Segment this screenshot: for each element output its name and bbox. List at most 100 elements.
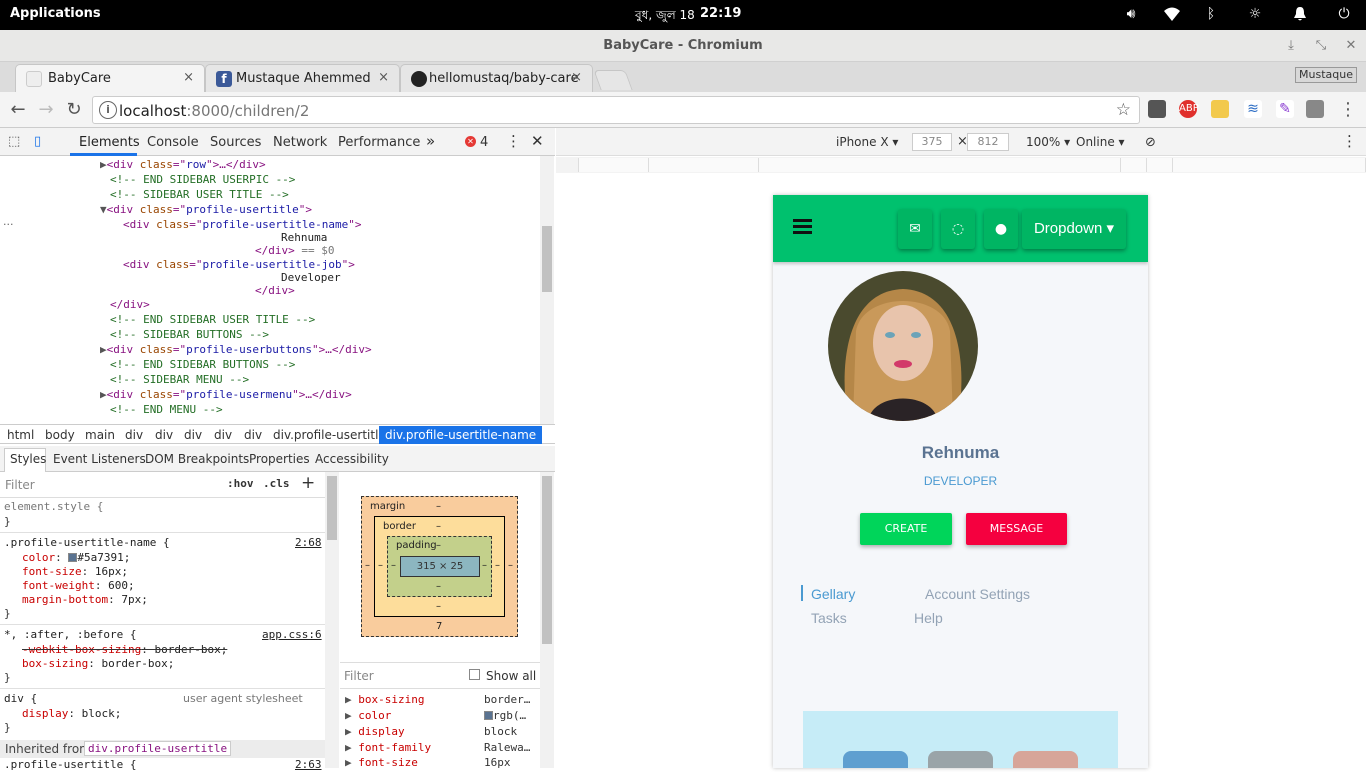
computed-scroll-thumb[interactable] <box>542 476 552 644</box>
margin-left-value[interactable]: – <box>365 560 370 571</box>
bookmark-star-icon[interactable]: ☆ <box>1116 100 1131 120</box>
subtab-dom-breakpoints[interactable]: DOM Breakpoints <box>145 452 249 466</box>
rule-selector[interactable]: .profile-usertitle { <box>4 758 136 772</box>
expand-arrow-icon[interactable]: ▶ <box>100 158 107 171</box>
zoom-select[interactable]: 100% ▾ <box>1026 135 1070 149</box>
expand-arrow-icon[interactable]: ▶ <box>100 388 107 401</box>
rule-selector[interactable]: *, :after, :before { <box>4 628 136 642</box>
tab-network[interactable]: Network <box>273 135 327 150</box>
style-prop-webkit-box-sizing[interactable]: -webkit-box-sizing: border-box; <box>22 643 227 657</box>
reload-icon[interactable]: ↻ <box>64 100 84 120</box>
collapse-arrow-icon[interactable]: ▼ <box>100 203 107 216</box>
crumb-profile-usertitle[interactable]: div.profile-usertitle <box>273 428 386 442</box>
border-right-value[interactable]: – <box>495 560 500 571</box>
devtools-close-icon[interactable]: ✕ <box>531 132 544 150</box>
device-select[interactable]: iPhone X ▾ <box>836 135 898 149</box>
box-content-size[interactable]: 315 × 25 <box>400 556 480 577</box>
padding-left-value[interactable]: – <box>391 560 396 571</box>
style-prop-font-size[interactable]: font-size: 16px; <box>22 565 128 579</box>
tab-elements[interactable]: Elements <box>79 135 140 150</box>
profile-chip[interactable]: Mustaque <box>1295 67 1357 83</box>
rule-source-link[interactable]: app.css:6 <box>262 628 322 642</box>
dom-node-line[interactable]: <!-- END SIDEBAR USERPIC --> <box>110 172 295 187</box>
more-tabs-icon[interactable]: » <box>426 132 435 150</box>
show-all-checkbox[interactable] <box>469 669 480 680</box>
style-prop-font-weight[interactable]: font-weight: 600; <box>22 579 135 593</box>
computed-row[interactable]: ▶ display <box>345 725 405 738</box>
message-button[interactable]: MESSAGE <box>966 513 1067 545</box>
styles-filter-input[interactable]: Filter <box>5 478 35 492</box>
menu-gallery[interactable]: Gellary <box>811 586 855 602</box>
tab-performance[interactable]: Performance <box>338 135 420 150</box>
expand-arrow-icon[interactable]: ▶ <box>100 343 107 356</box>
dom-scroll-thumb[interactable] <box>542 226 552 292</box>
mail-button[interactable]: ✉ <box>898 209 932 249</box>
system-clock[interactable]: 22:19 <box>700 6 741 21</box>
element-style-rule[interactable]: element.style { <box>4 500 103 514</box>
dom-node-line[interactable]: ▶<div class="row">…</div> <box>100 157 266 172</box>
padding-bottom-value[interactable]: – <box>436 581 441 592</box>
subtab-event-listeners[interactable]: Event Listeners <box>53 452 146 466</box>
dom-node-line[interactable]: ▶<div class="profile-usermenu">…</div> <box>100 387 352 402</box>
device-toggle-icon[interactable]: ▯ <box>34 134 41 149</box>
menu-account-settings[interactable]: Account Settings <box>925 586 1030 602</box>
margin-right-value[interactable]: – <box>508 560 513 571</box>
ruler-segment[interactable] <box>578 158 648 172</box>
style-prop-margin-bottom[interactable]: margin-bottom: 7px; <box>22 593 148 607</box>
rule-selector[interactable]: .profile-usertitle-name { <box>4 536 170 550</box>
border-bottom-value[interactable]: – <box>436 601 441 612</box>
system-date[interactable]: বুধ, জুল 18 <box>635 7 695 27</box>
crumb-body[interactable]: body <box>45 428 75 442</box>
menu-tasks[interactable]: Tasks <box>811 610 847 626</box>
tab-close-icon[interactable]: × <box>183 70 194 85</box>
style-prop-display[interactable]: display: block; <box>22 707 121 721</box>
new-rule-icon[interactable]: + <box>301 473 315 493</box>
restore-icon[interactable]: ⤡ <box>1313 38 1329 54</box>
margin-top-value[interactable]: – <box>436 501 441 512</box>
tab-babycare[interactable]: BabyCare × <box>15 64 205 92</box>
error-icon[interactable]: ✕ <box>465 136 476 147</box>
subtab-accessibility[interactable]: Accessibility <box>315 452 389 466</box>
ruler-segment[interactable] <box>1146 158 1172 172</box>
hamburger-icon[interactable] <box>793 219 812 222</box>
gallery-thumb[interactable] <box>928 751 993 768</box>
subtab-properties[interactable]: Properties <box>249 452 310 466</box>
adblock-icon[interactable]: ABP <box>1179 100 1199 118</box>
wappalyzer-icon[interactable]: ≋ <box>1244 100 1262 118</box>
tab-facebook[interactable]: f Mustaque Ahemmed × <box>205 64 400 92</box>
crumb-div[interactable]: div <box>125 428 143 442</box>
node-actions-icon[interactable]: ··· <box>3 218 14 231</box>
new-tab-button[interactable] <box>593 70 633 90</box>
ruler-segment[interactable] <box>1172 158 1366 172</box>
close-window-icon[interactable]: ✕ <box>1343 38 1359 54</box>
address-bar[interactable]: i localhost:8000/children/2 ☆ <box>92 96 1140 124</box>
brightness-icon[interactable]: ☼ <box>1246 6 1264 24</box>
gallery-thumb[interactable] <box>843 751 908 768</box>
notifications-icon[interactable] <box>1291 6 1309 24</box>
rotate-icon[interactable]: ⊘ <box>1145 135 1156 150</box>
crumb-div[interactable]: div <box>214 428 232 442</box>
computed-row[interactable]: ▶ color <box>345 709 391 722</box>
volume-icon[interactable]: 🔊︎ <box>1122 6 1140 24</box>
ruler-segment[interactable] <box>758 158 1168 172</box>
dom-node-line[interactable]: <!-- END SIDEBAR BUTTONS --> <box>110 357 295 372</box>
device-menu-icon[interactable]: ⋮ <box>1342 132 1357 150</box>
crumb-html[interactable]: html <box>7 428 34 442</box>
network-throttle-select[interactable]: Online ▾ <box>1076 135 1125 149</box>
border-left-value[interactable]: – <box>378 560 383 571</box>
inherited-from-link[interactable]: div.profile-usertitle <box>84 741 232 756</box>
notes-extension-icon[interactable] <box>1211 100 1229 118</box>
padding-top-value[interactable]: – <box>436 540 441 551</box>
subtab-styles[interactable]: Styles <box>10 452 46 466</box>
hov-toggle[interactable]: :hov <box>227 477 254 490</box>
crumb-active[interactable]: div.profile-usertitle-name <box>379 426 543 444</box>
crumb-main[interactable]: main <box>85 428 115 442</box>
eyedropper-icon[interactable]: ✎ <box>1276 100 1294 118</box>
cls-toggle[interactable]: .cls <box>263 477 290 490</box>
dom-node-line[interactable]: </div> <box>110 297 150 312</box>
rule-selector[interactable]: div { <box>4 692 37 706</box>
rule-source-link[interactable]: 2:68 <box>295 536 322 550</box>
wifi-icon[interactable] <box>1163 6 1181 24</box>
computed-row[interactable]: ▶ box-sizing <box>345 693 424 706</box>
tab-github[interactable]: hellomustaq/baby-care × <box>400 64 593 92</box>
